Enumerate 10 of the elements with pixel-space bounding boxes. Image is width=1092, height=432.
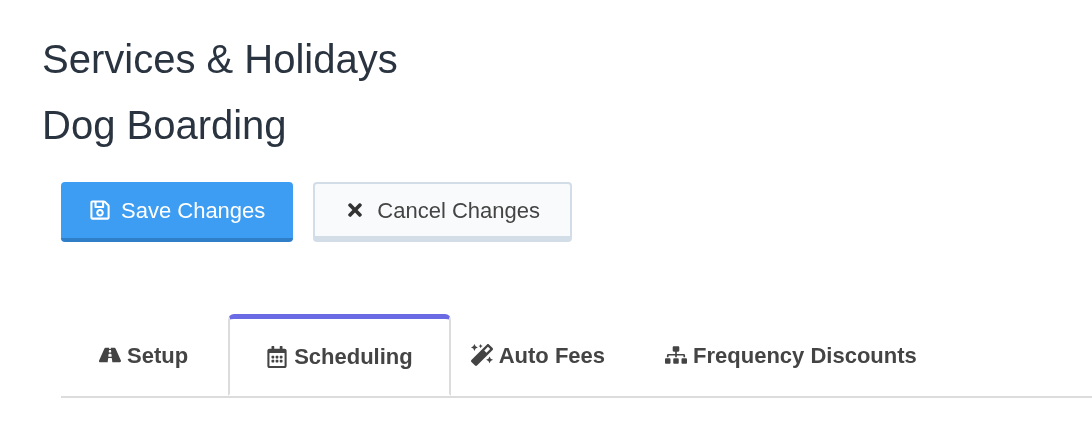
cancel-button[interactable]: Cancel Changes xyxy=(313,182,572,242)
tab[interactable]: Auto Fees xyxy=(450,314,626,396)
tab[interactable]: Frequency Discounts xyxy=(645,314,937,396)
tab[interactable]: Scheduling xyxy=(228,314,451,396)
magic-wand-icon xyxy=(470,344,493,366)
page-title: Services & Holidays xyxy=(42,36,398,83)
tab[interactable]: Setup xyxy=(79,314,209,396)
page-title: Dog Boarding xyxy=(42,102,287,149)
calendar-icon xyxy=(266,345,289,368)
sitemap-icon xyxy=(665,344,688,366)
